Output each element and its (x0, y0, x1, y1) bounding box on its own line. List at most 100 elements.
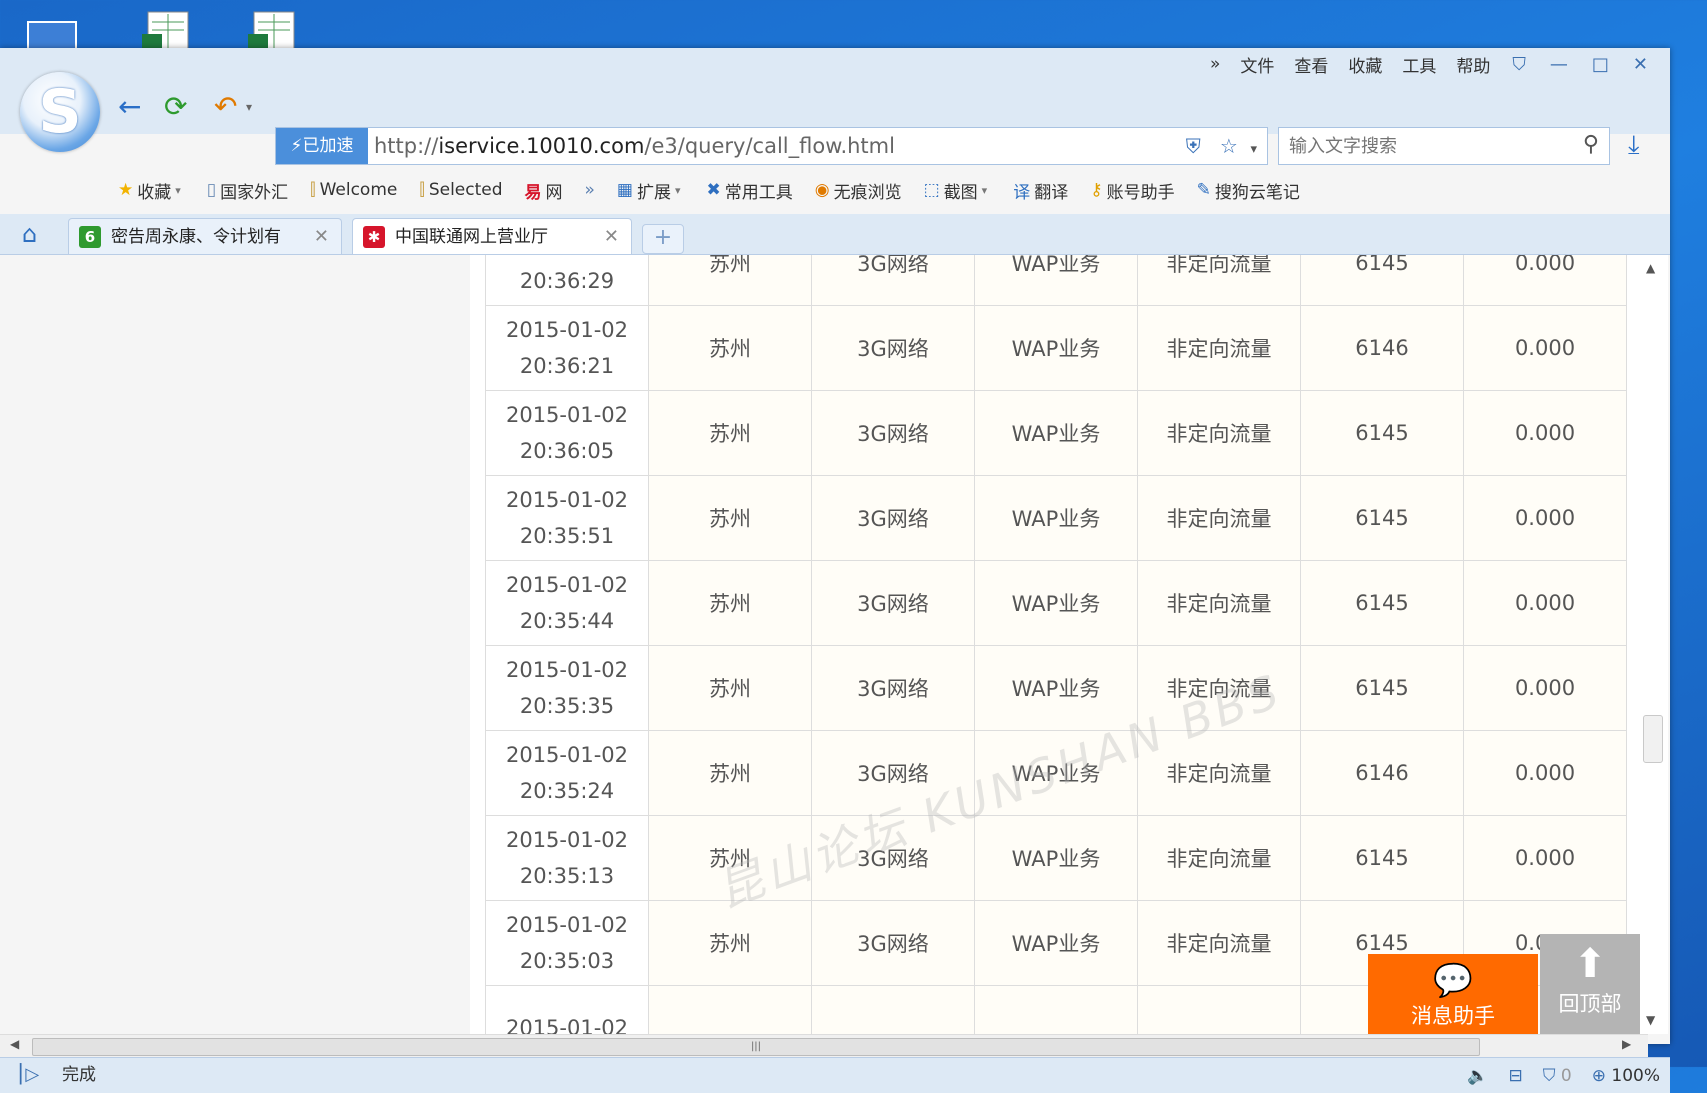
extensions-button[interactable]: ▦ 扩展 ▾ (617, 178, 685, 203)
zoom-control[interactable]: ⊕ 100% (1592, 1066, 1660, 1086)
close-icon[interactable]: ✕ (1621, 54, 1660, 75)
skin-icon[interactable]: ⛉ (1500, 54, 1538, 75)
scroll-up-icon[interactable]: ▲ (1646, 261, 1655, 275)
table-row: 2015-01-02 20:36:21 苏州 3G网络 WAP业务 非定向流量 6146 0.… (485, 305, 1627, 391)
screenshot-button[interactable]: ⬚ 截图 ▾ (924, 178, 992, 203)
toolbox-icon[interactable]: ⊟ (1509, 1066, 1523, 1086)
url-text[interactable]: http://iservice.10010.com/e3/query/call_… (374, 128, 895, 164)
status-tools: 🔈 ⊟ ⛉ 0 ⊕ 100% (1467, 1058, 1660, 1093)
cell-flow: 6146 (1300, 730, 1464, 816)
close-icon[interactable]: ✕ (314, 219, 329, 255)
call-flow-table: 2015-01-0220:36:29苏州3G网络WAP业务非定向流量61450.… (485, 255, 1627, 1034)
cell-flow: 6145 (1300, 560, 1464, 646)
menu-favorites[interactable]: 收藏 (1338, 52, 1392, 77)
bookmark-item[interactable]: ▯ 国家外汇 (207, 178, 288, 203)
cell-network: 3G网络 (811, 645, 975, 731)
minimize-icon[interactable]: — (1538, 54, 1580, 75)
menu-more[interactable]: » (1200, 54, 1230, 74)
bookmark-item[interactable]: ⫿ Selected (419, 180, 502, 200)
new-tab-button[interactable]: + (642, 224, 684, 254)
message-helper-button[interactable]: 💬 消息助手 (1368, 954, 1538, 1034)
star-icon: ★ (118, 180, 134, 200)
download-icon[interactable]: ⤓ (1628, 130, 1640, 161)
chevron-down-icon[interactable]: ▾ (246, 90, 252, 124)
undo-icon[interactable]: ↶ (214, 90, 237, 124)
cell-datetime: 2015-01-02 20:35:44 (485, 560, 649, 646)
account-helper-button[interactable]: ⚷ 账号助手 (1090, 178, 1174, 203)
cell-type: 非定向流量 (1137, 255, 1301, 306)
scroll-down-icon[interactable]: ▼ (1646, 1013, 1655, 1027)
address-bar[interactable]: ⚡已加速 http://iservice.10010.com/e3/query/… (275, 127, 1268, 165)
bookmark-item[interactable]: 易网 (525, 178, 563, 203)
shield-icon[interactable]: ⛨ (1186, 134, 1201, 158)
cell-fee: 0.000 (1463, 305, 1627, 391)
cell-datetime: 2015-01-0220:36:29 (485, 255, 649, 306)
cell-fee: 0.000 (1463, 560, 1627, 646)
search-input[interactable] (1287, 128, 1561, 164)
browser-window: » 文件 查看 收藏 工具 帮助 ⛉ — □ ✕ S ← ⟳ ↶ ▾ ⚡已加速 … (0, 48, 1670, 1093)
maximize-icon[interactable]: □ (1580, 54, 1621, 75)
bookmark-item[interactable]: ⫿ Welcome (310, 180, 397, 200)
table-row: 2015-01-02 20:35:13 苏州 3G网络 WAP业务 非定向流量 6145 0.… (485, 815, 1627, 901)
star-icon[interactable]: ☆ (1220, 134, 1238, 158)
cell-fee: 0.000 (1463, 730, 1627, 816)
tools-button[interactable]: ✖ 常用工具 (707, 178, 793, 203)
sidebar-toggle-icon[interactable]: ⎮▷ (16, 1064, 39, 1085)
bookmark-favorites[interactable]: ★ 收藏 ▾ (118, 178, 185, 203)
incognito-button[interactable]: ◉ 无痕浏览 (815, 178, 902, 203)
cell-flow: 6145 (1300, 255, 1464, 306)
chevron-down-icon: ▾ (981, 183, 988, 197)
close-icon[interactable]: ✕ (604, 219, 619, 255)
screenshot-icon: ⬚ (923, 180, 940, 200)
scroll-right-icon[interactable]: ▶ (1622, 1037, 1631, 1051)
cell-type: 非定向流量 (1137, 815, 1301, 901)
menu-tools[interactable]: 工具 (1392, 52, 1446, 77)
cell-network: 3G网络 (811, 900, 975, 986)
menu-help[interactable]: 帮助 (1446, 52, 1500, 77)
cell-service: WAP业务 (974, 305, 1138, 391)
tab-unicom[interactable]: ✱ 中国联通网上营业厅 ✕ (352, 218, 632, 254)
zoom-icon: ⊕ (1591, 1065, 1606, 1086)
cell-flow: 6146 (1300, 305, 1464, 391)
cell-type: 非定向流量 (1137, 390, 1301, 476)
cell-type: 非定向流量 (1137, 475, 1301, 561)
tab-news[interactable]: 6 密告周永康、令计划有 ✕ (68, 218, 342, 254)
vertical-scrollbar[interactable]: ▲ ▼ (1638, 255, 1668, 1034)
cloud-note-button[interactable]: ✎ 搜狗云笔记 (1197, 178, 1300, 203)
table-row: 2015-01-0220:36:29苏州3G网络WAP业务非定向流量61450.… (485, 255, 1627, 306)
table-row: 2015-01-02 20:35:44 苏州 3G网络 WAP业务 非定向流量 6145 0.… (485, 560, 1627, 646)
cell-network: 3G网络 (811, 305, 975, 391)
sogou-logo-icon[interactable]: S (20, 72, 100, 152)
scrollbar-thumb[interactable] (1643, 715, 1663, 763)
scroll-left-icon[interactable]: ◀ (10, 1037, 19, 1051)
cell-network: 3G网络 (811, 560, 975, 646)
bookmark-more[interactable]: » (585, 180, 595, 200)
chevron-down-icon[interactable]: ▾ (1250, 142, 1257, 157)
horizontal-scrollbar[interactable]: ◀ ||| ▶ (0, 1034, 1648, 1057)
cell-fee: 0.000 (1463, 390, 1627, 476)
tab-label: 中国联通网上营业厅 (395, 227, 548, 247)
adblock-icon[interactable]: ⛉ 0 (1543, 1066, 1572, 1086)
scrollbar-thumb[interactable]: ||| (32, 1038, 1480, 1056)
back-icon[interactable]: ← (118, 90, 141, 124)
cell-service: WAP业务 (974, 815, 1138, 901)
speaker-icon[interactable]: 🔈 (1467, 1066, 1488, 1086)
refresh-icon[interactable]: ⟳ (164, 90, 187, 124)
cell-city: 苏州 (648, 560, 812, 646)
translate-button[interactable]: 译翻译 (1013, 178, 1068, 203)
accelerate-badge[interactable]: ⚡已加速 (276, 128, 368, 164)
back-to-top-button[interactable]: ⬆ 回顶部 (1540, 934, 1640, 1034)
cell-service: WAP业务 (974, 390, 1138, 476)
menu-view[interactable]: 查看 (1284, 52, 1338, 77)
cell-network: 3G网络 (811, 255, 975, 306)
home-icon[interactable]: ⌂ (22, 220, 37, 248)
menu-file[interactable]: 文件 (1230, 52, 1284, 77)
search-icon[interactable]: ⚲ (1583, 132, 1599, 157)
cell-city: 苏州 (648, 730, 812, 816)
tab-favicon: ✱ (363, 226, 385, 248)
cell-city (648, 985, 812, 1034)
cell-service (974, 985, 1138, 1034)
cell-datetime: 2015-01-02 (485, 985, 649, 1034)
search-box[interactable]: ⚲ (1278, 127, 1610, 165)
cell-city: 苏州 (648, 645, 812, 731)
